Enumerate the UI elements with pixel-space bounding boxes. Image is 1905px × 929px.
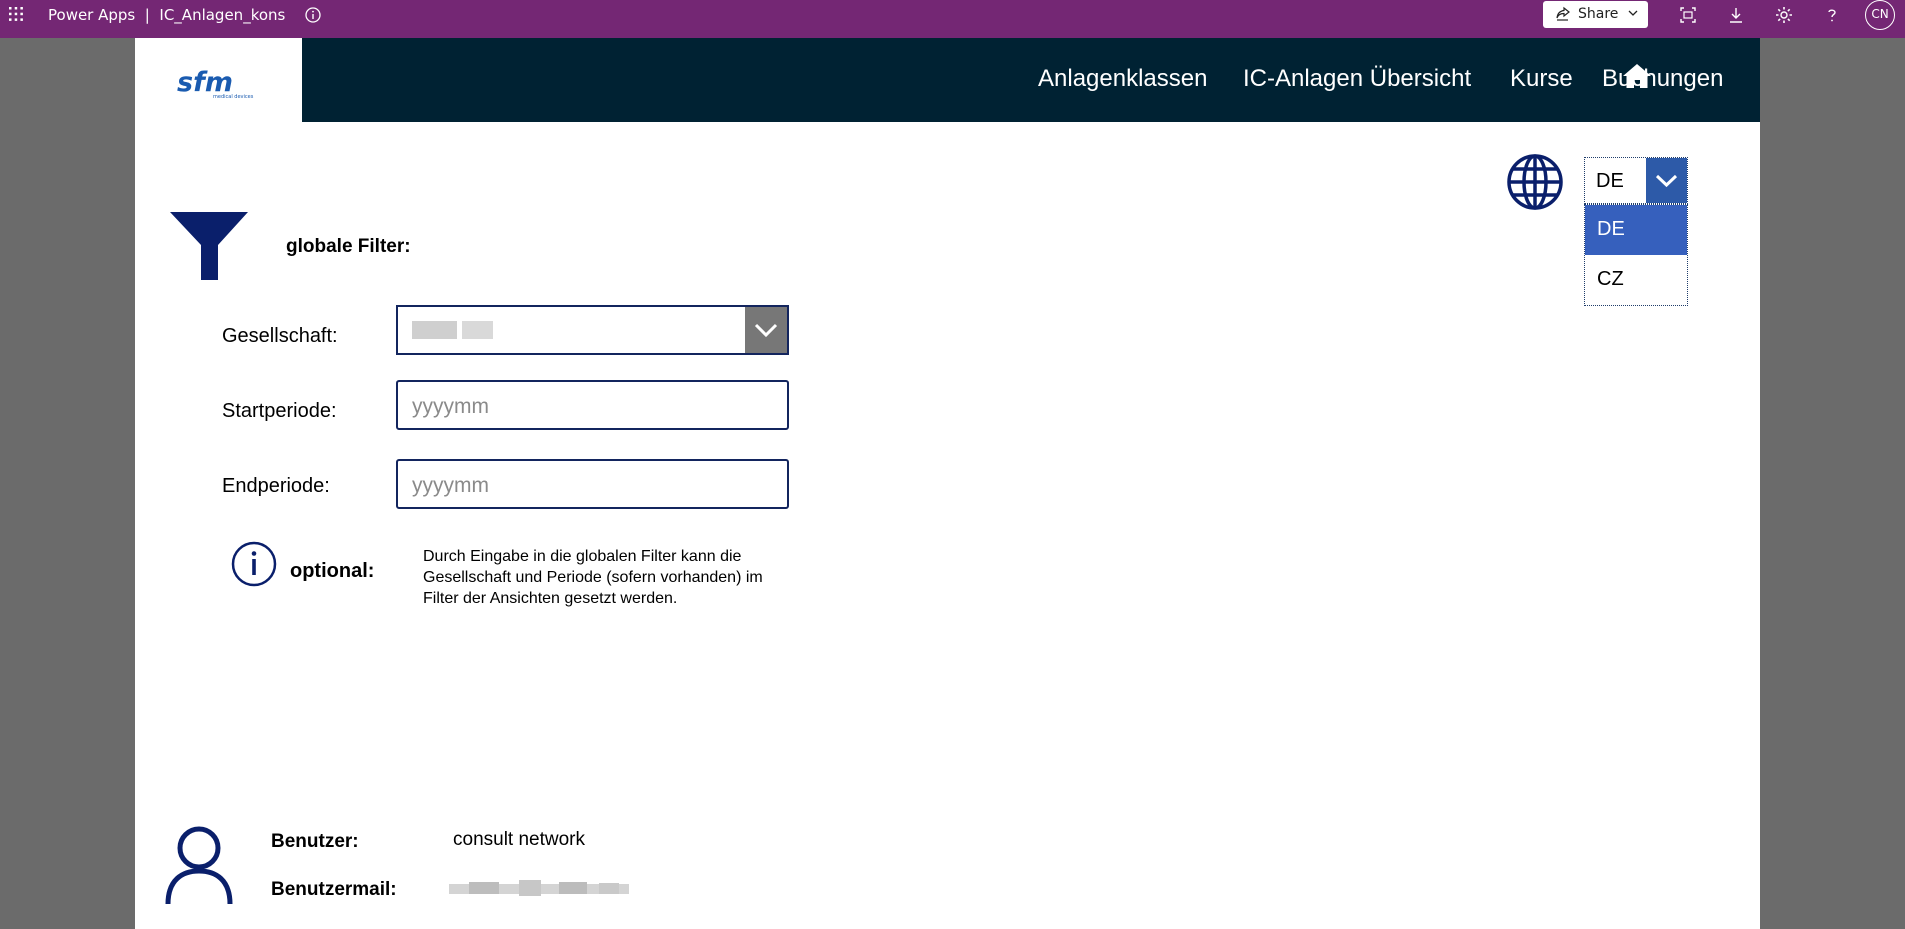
title-separator: | xyxy=(144,6,150,24)
language-options-list: DE CZ xyxy=(1584,204,1688,306)
info-icon xyxy=(231,541,277,587)
start-period-placeholder: yyyymm xyxy=(412,395,489,418)
share-label: Share xyxy=(1578,6,1619,22)
sfm-logo: sfm medical devices xyxy=(177,67,254,100)
settings-gear-icon[interactable] xyxy=(1774,5,1794,25)
company-label: Gesellschaft: xyxy=(222,325,338,347)
chevron-down-icon xyxy=(1628,10,1638,16)
optional-label: optional: xyxy=(290,560,375,582)
language-option-de[interactable]: DE xyxy=(1585,205,1687,255)
end-period-placeholder: yyyymm xyxy=(412,474,489,497)
nav-ic-anlagen-uebersicht[interactable]: IC-Anlagen Übersicht xyxy=(1243,65,1471,93)
language-selected-value: DE xyxy=(1596,170,1624,192)
company-logo: sfm medical devices xyxy=(135,38,302,122)
redacted-company-value-part xyxy=(462,321,493,339)
nav-kurse[interactable]: Kurse xyxy=(1510,65,1573,93)
globe-icon xyxy=(1507,154,1563,210)
language-dropdown[interactable]: DE xyxy=(1584,157,1688,204)
help-icon[interactable] xyxy=(1822,5,1842,25)
redacted-company-value xyxy=(412,321,457,339)
product-name: Power Apps xyxy=(48,6,136,24)
app-launcher-icon[interactable] xyxy=(8,6,24,22)
home-icon[interactable] xyxy=(1622,62,1652,90)
language-dropdown-toggle[interactable] xyxy=(1646,158,1687,203)
fit-to-window-icon[interactable] xyxy=(1678,5,1698,25)
start-period-input[interactable]: yyyymm xyxy=(396,380,789,430)
chevron-down-icon xyxy=(754,323,778,338)
share-icon xyxy=(1556,6,1570,21)
start-period-label: Startperiode: xyxy=(222,400,337,422)
top-navigation: Anlagenklassen IC-Anlagen Übersicht Kurs… xyxy=(302,38,1760,122)
app-canvas: sfm medical devices Anlagenklassen IC-An… xyxy=(135,38,1760,929)
nav-buchungen[interactable]: Buchungen xyxy=(1602,65,1723,93)
chevron-down-icon xyxy=(1655,174,1678,188)
company-dropdown[interactable] xyxy=(396,305,789,355)
company-dropdown-toggle[interactable] xyxy=(745,307,787,353)
share-button[interactable]: Share xyxy=(1543,1,1648,28)
app-info-icon[interactable] xyxy=(304,6,322,24)
app-title: Power Apps | IC_Anlagen_kons xyxy=(48,6,285,24)
user-avatar[interactable]: CN xyxy=(1865,0,1895,30)
power-apps-header: Power Apps | IC_Anlagen_kons Share CN xyxy=(0,0,1905,38)
user-mail-label: Benutzermail: xyxy=(271,879,397,900)
optional-description: Durch Eingabe in die globalen Filter kan… xyxy=(423,548,763,607)
filter-funnel-icon xyxy=(170,212,248,280)
app-file-name: IC_Anlagen_kons xyxy=(159,6,286,24)
language-option-cz[interactable]: CZ xyxy=(1585,255,1687,305)
download-icon[interactable] xyxy=(1726,5,1746,25)
global-filter-heading: globale Filter: xyxy=(286,236,411,257)
user-icon xyxy=(165,826,233,904)
user-label: Benutzer: xyxy=(271,831,359,852)
end-period-label: Endperiode: xyxy=(222,475,330,497)
user-name-value: consult network xyxy=(453,829,586,850)
nav-anlagenklassen[interactable]: Anlagenklassen xyxy=(1038,65,1207,93)
svg-text:medical devices: medical devices xyxy=(213,94,254,100)
redacted-user-mail xyxy=(449,880,629,896)
end-period-input[interactable]: yyyymm xyxy=(396,459,789,509)
